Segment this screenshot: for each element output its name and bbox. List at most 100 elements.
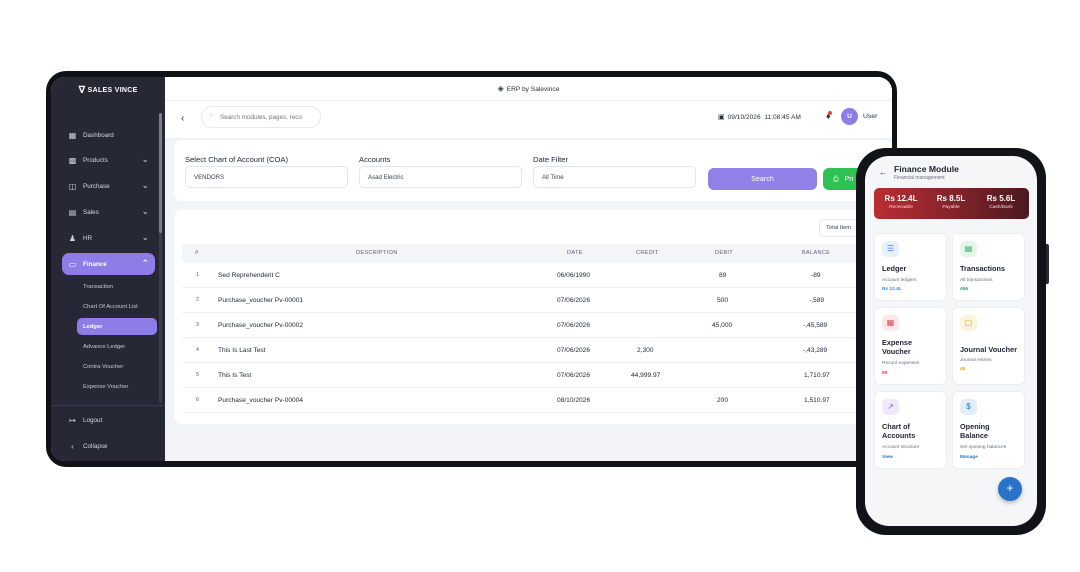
mobile-screen: ← Finance Module Financial management Rs… bbox=[865, 156, 1037, 526]
sidebar-divider bbox=[51, 405, 165, 406]
filter-panel: Select Chart of Account (COA) VENDORS Ac… bbox=[174, 140, 892, 201]
collapse-button[interactable]: ‹ Collapse bbox=[62, 436, 155, 456]
calendar-icon: ▣ bbox=[718, 114, 725, 121]
col-header-date: DATE bbox=[567, 250, 583, 256]
cart-icon: ◫ bbox=[68, 181, 77, 191]
table-row[interactable]: 1 Sed Reprehenderit C 06/06/1990 89 -89 bbox=[182, 263, 892, 288]
coa-select[interactable]: VENDORS bbox=[185, 166, 348, 188]
desktop-screen: ∇ SALES VINCE ▦ Dashboard ▩ Products ⌄ ◫ … bbox=[51, 77, 892, 461]
row-index: 6 bbox=[196, 397, 199, 403]
user-name[interactable]: User bbox=[863, 113, 877, 120]
row-date: 07/06/2026 bbox=[557, 322, 591, 329]
sidebar-scrollbar[interactable] bbox=[159, 113, 162, 403]
sidebar-item-finance[interactable]: ▭ Finance ⌃ bbox=[62, 253, 155, 275]
row-date: 07/06/2026 bbox=[557, 372, 591, 379]
avatar[interactable]: U bbox=[841, 108, 858, 125]
chevron-down-icon: ⌄ bbox=[141, 180, 149, 190]
sidebar-subitem-advance-ledger[interactable]: Advance Ledger bbox=[77, 338, 157, 355]
search-icon: ○ bbox=[209, 112, 214, 119]
table-row[interactable]: 5 This Is Test 07/06/2026 44,999.97 1,71… bbox=[182, 363, 892, 388]
sidebar-item-dashboard[interactable]: ▦ Dashboard bbox=[62, 125, 155, 145]
notification-bell-icon[interactable]: ♦ bbox=[826, 111, 832, 121]
table-row[interactable]: 4 This Is Last Test 07/06/2026 2,300 -,4… bbox=[182, 338, 892, 363]
col-header-index: # bbox=[195, 250, 199, 256]
accounts-label: Accounts bbox=[359, 155, 391, 164]
coa-label: Select Chart of Account (COA) bbox=[185, 155, 288, 164]
accounts-select[interactable]: Asad Electric bbox=[359, 166, 522, 188]
sidebar-item-purchase[interactable]: ◫ Purchase ⌄ bbox=[62, 176, 155, 196]
mobile-page-title: Finance Module bbox=[894, 164, 959, 174]
tile-transactions[interactable]: ▤ Transactions All transactions 456 bbox=[952, 233, 1025, 301]
tile-expense-voucher[interactable]: ▦ Expense Voucher Record expenses 89 bbox=[874, 307, 947, 385]
ledger-table-card: Total Item # DESCRIPTION DATE CREDIT DEB… bbox=[174, 210, 892, 424]
stat-cash-bank: Rs 5.6L Cash/Bank bbox=[986, 194, 1016, 210]
date-filter-select[interactable]: All Time bbox=[533, 166, 696, 188]
row-credit: 2,300 bbox=[637, 347, 654, 354]
chevron-down-icon: ⌄ bbox=[141, 206, 149, 216]
back-button[interactable]: ‹ bbox=[181, 113, 184, 124]
logout-button[interactable]: ↦ Logout bbox=[62, 410, 155, 430]
chevron-down-icon: ⌄ bbox=[141, 232, 149, 242]
row-description: Purchase_voucher Pv-00001 bbox=[218, 297, 304, 304]
row-index: 1 bbox=[196, 272, 199, 278]
page-header: ‹ ○ ▣09/10/2026 11:08:45 AM ♦ U User bbox=[165, 101, 892, 139]
chevron-down-icon: ⌄ bbox=[141, 154, 149, 164]
dollar-icon: $ bbox=[960, 399, 977, 415]
sidebar: ∇ SALES VINCE ▦ Dashboard ▩ Products ⌄ ◫ … bbox=[51, 77, 165, 461]
sidebar-item-products[interactable]: ▩ Products ⌄ bbox=[62, 150, 155, 170]
window-title: ERP by Salevince bbox=[506, 86, 560, 93]
notification-dot bbox=[827, 111, 832, 115]
add-fab-button[interactable]: + bbox=[998, 477, 1022, 501]
table-row[interactable]: 6 Purchase_voucher Pv-00004 08/10/2026 2… bbox=[182, 388, 892, 413]
search-button[interactable]: Search bbox=[708, 168, 817, 190]
sidebar-subitem-transaction[interactable]: Transaction bbox=[77, 278, 157, 295]
table-row[interactable]: 2 Purchase_voucher Pv-00001 07/06/2026 5… bbox=[182, 288, 892, 313]
window-titlebar: ◈ ERP by Salevince bbox=[165, 77, 892, 101]
chevron-up-icon: ⌃ bbox=[141, 258, 149, 268]
stat-payable: Rs 8.5L Payable bbox=[936, 194, 966, 210]
col-header-debit: DEBIT bbox=[715, 250, 733, 256]
laptop-frame: ∇ SALES VINCE ▦ Dashboard ▩ Products ⌄ ◫ … bbox=[46, 71, 897, 467]
row-balance: -89 bbox=[811, 272, 821, 279]
table-header: # DESCRIPTION DATE CREDIT DEBIT BALANCE bbox=[182, 244, 892, 263]
sidebar-item-sales[interactable]: ▤ Sales ⌄ bbox=[62, 202, 155, 222]
row-balance: -,45,589 bbox=[803, 322, 828, 329]
dashboard-icon: ▦ bbox=[68, 130, 77, 140]
sidebar-subitem-ledger[interactable]: Ledger bbox=[77, 318, 157, 335]
row-index: 2 bbox=[196, 297, 199, 303]
row-balance: -,43,289 bbox=[803, 347, 828, 354]
erp-logo-icon: ◈ bbox=[497, 84, 504, 93]
tile-ledger[interactable]: ☰ Ledger Account ledgers Rs 12.4L bbox=[874, 233, 947, 301]
tile-journal-voucher[interactable]: ▢ Journal Voucher Journal entries 45 bbox=[952, 307, 1025, 385]
main-content: ◈ERP by Salevince ‹ ○ ▣09/10/2026 11:08:… bbox=[165, 77, 892, 461]
file-icon: ▢ bbox=[960, 315, 977, 331]
tile-opening-balance[interactable]: $ Opening Balance Set opening balances M… bbox=[952, 391, 1025, 469]
phone-frame: ← Finance Module Financial management Rs… bbox=[856, 148, 1046, 535]
sidebar-subitem-contra-voucher[interactable]: Contra Voucher bbox=[77, 358, 157, 375]
sidebar-item-hr[interactable]: ♟ HR ⌄ bbox=[62, 228, 155, 248]
row-debit: 500 bbox=[717, 297, 729, 304]
back-arrow-icon[interactable]: ← bbox=[879, 168, 887, 177]
row-date: 07/06/2026 bbox=[557, 297, 591, 304]
tile-chart-of-accounts[interactable]: ↗ Chart of Accounts Account structure Vi… bbox=[874, 391, 947, 469]
datetime-display: ▣ 09/10/2026 11:08:45 AM bbox=[718, 114, 801, 121]
receipt-icon: ▦ bbox=[882, 315, 899, 331]
row-description: This Is Last Test bbox=[218, 347, 266, 354]
row-balance: 1,510.97 bbox=[804, 397, 830, 404]
row-date: 06/06/1990 bbox=[557, 272, 591, 279]
global-search[interactable]: ○ bbox=[201, 106, 321, 128]
brand-mark-icon: ∇ bbox=[78, 85, 86, 96]
sidebar-subitem-expense-voucher[interactable]: Expense Voucher bbox=[77, 378, 157, 395]
wallet-icon: ▭ bbox=[68, 259, 77, 269]
row-description: Purchase_voucher Pv-00004 bbox=[218, 397, 304, 404]
brand-logo: ∇ SALES VINCE bbox=[78, 85, 138, 96]
col-header-credit: CREDIT bbox=[636, 250, 659, 256]
search-input[interactable] bbox=[220, 113, 320, 121]
table-row[interactable]: 3 Purchase_voucher Pv-00002 07/06/2026 4… bbox=[182, 313, 892, 338]
chevron-left-icon: ‹ bbox=[71, 441, 74, 451]
row-date: 08/10/2026 bbox=[557, 397, 591, 404]
row-index: 4 bbox=[196, 347, 199, 353]
row-credit: 44,999.97 bbox=[631, 372, 661, 379]
row-debit: 200 bbox=[717, 397, 729, 404]
sidebar-subitem-chart-of-account-list[interactable]: Chart Of Account List bbox=[77, 298, 157, 315]
